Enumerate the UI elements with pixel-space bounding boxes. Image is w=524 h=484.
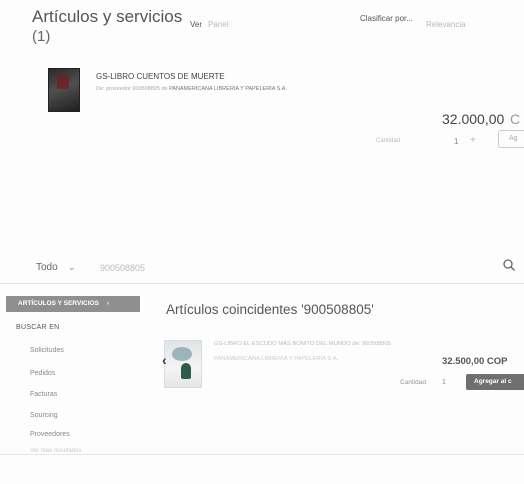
view-label: Ver: [190, 20, 203, 29]
search-icon[interactable]: [502, 258, 516, 272]
result-quantity-input[interactable]: 1: [442, 379, 446, 386]
chevron-left-icon[interactable]: ‹: [162, 352, 167, 368]
chevron-right-icon: ›: [106, 300, 109, 307]
page-title: Artículos y servicios: [32, 7, 183, 26]
result-price: 32.500,00 COP: [442, 356, 508, 367]
product-price-currency: C: [510, 111, 521, 127]
sort-select[interactable]: Relevancia: [426, 20, 466, 29]
product-thumbnail[interactable]: [48, 68, 80, 112]
results-title: Artículos coincidentes '900508805': [166, 302, 374, 317]
search-input[interactable]: 900508805: [100, 263, 145, 273]
quantity-label: Cantidad: [376, 138, 401, 144]
product-price: 32.000,00: [442, 111, 505, 127]
sidebar-item-facturas[interactable]: Facturas: [30, 391, 57, 398]
result-quantity-label: Cantidad: [400, 379, 427, 386]
product-supplier[interactable]: PANAMERICANA LIBRERIA Y PAPELERIA S.A.: [169, 86, 287, 92]
product-title-link[interactable]: GS-LIBRO CUENTOS DE MUERTE: [96, 72, 225, 81]
sidebar-item-pedidos[interactable]: Pedidos: [30, 370, 55, 377]
product-supplier-line: De: proveedor 900508805 de PANAMERICANA …: [96, 86, 287, 92]
thumbnail-art: [172, 347, 192, 361]
result-thumbnail[interactable]: [164, 340, 202, 388]
sidebar-item-proveedores[interactable]: Proveedores: [30, 431, 70, 438]
view-select[interactable]: Panel: [208, 20, 228, 29]
quantity-input[interactable]: 1: [454, 137, 458, 146]
divider: [0, 454, 524, 455]
thumbnail-figure: [181, 363, 191, 379]
chevron-down-icon[interactable]: ⌄: [68, 262, 76, 273]
sort-label: Clasificar por...: [360, 14, 413, 23]
sidebar-section-title: BUSCAR EN: [16, 324, 60, 331]
result-title-link[interactable]: GS-LIBRO EL ESCUDO MÁS BONITO DEL MUNDO …: [214, 341, 391, 347]
result-add-to-cart-button[interactable]: Agregar al c: [466, 374, 524, 390]
result-supplier[interactable]: PANAMERICANA LIBRERIA Y PAPELERIA S.A.: [214, 356, 338, 362]
divider: [0, 283, 524, 284]
sidebar-header-label: ARTÍCULOS Y SERVICIOS: [18, 300, 99, 307]
search-scope-select[interactable]: Todo: [36, 262, 58, 273]
sidebar-item-solicitudes[interactable]: Solicitudes: [30, 347, 64, 354]
quantity-increment-button[interactable]: +: [470, 135, 476, 146]
product-subtitle-prefix: De: proveedor 900508805 de: [96, 86, 168, 92]
add-to-cart-button[interactable]: Ag: [498, 130, 524, 148]
result-count: (1): [32, 28, 51, 45]
sidebar-active-category[interactable]: ARTÍCULOS Y SERVICIOS ›: [6, 296, 140, 312]
sidebar-item-sourcing[interactable]: Sourcing: [30, 412, 58, 419]
